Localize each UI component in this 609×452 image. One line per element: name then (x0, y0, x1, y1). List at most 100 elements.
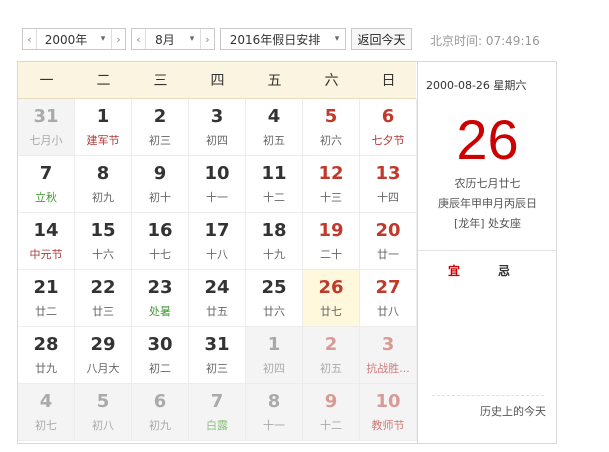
day-cell[interactable]: 17 十八 (189, 213, 246, 270)
lunar-label: 初五 (263, 134, 285, 147)
day-cell[interactable]: 10 教师节 (360, 384, 417, 441)
day-cell[interactable]: 31 七月小 (18, 99, 75, 156)
day-number: 3 (381, 334, 395, 355)
day-number: 18 (261, 220, 287, 241)
day-cell[interactable]: 18 十九 (246, 213, 303, 270)
chevron-down-icon[interactable]: ▾ (184, 34, 200, 44)
lunar-label: 立秋 (35, 191, 57, 204)
day-cell[interactable]: 2 初三 (132, 99, 189, 156)
lunar-label: 十四 (377, 191, 399, 204)
month-select-value[interactable]: 8月 (146, 31, 184, 48)
day-number: 6 (153, 391, 167, 412)
day-cell[interactable]: 10 十一 (189, 156, 246, 213)
day-cell[interactable]: 25 廿六 (246, 270, 303, 327)
day-cell[interactable]: 30 初二 (132, 327, 189, 384)
lunar-label: 廿二 (35, 305, 57, 318)
lunar-label: 十二 (263, 191, 285, 204)
suitable-label: 宜 (448, 264, 461, 278)
day-cell[interactable]: 19 二十 (303, 213, 360, 270)
toolbar: ‹ 2000年 ▾ › ‹ 8月 ▾ › 2016年假日安排 ▾ 返回今天 北京… (17, 28, 557, 52)
lunar-label: 十八 (206, 248, 228, 261)
prev-month-arrow-icon[interactable]: ‹ (132, 29, 146, 49)
day-number: 7 (39, 163, 53, 184)
lunar-label: 初四 (263, 362, 285, 375)
day-cell[interactable]: 9 十二 (303, 384, 360, 441)
day-cell[interactable]: 4 初五 (246, 99, 303, 156)
lunar-label: 廿五 (206, 305, 228, 318)
day-cell[interactable]: 24 廿五 (189, 270, 246, 327)
chevron-down-icon[interactable]: ▾ (95, 34, 111, 44)
day-cell[interactable]: 1 初四 (246, 327, 303, 384)
year-selector[interactable]: ‹ 2000年 ▾ › (22, 28, 126, 50)
day-cell[interactable]: 29 八月大 (75, 327, 132, 384)
lunar-label: 初三 (149, 134, 171, 147)
lunar-label: 十六 (92, 248, 114, 261)
day-number: 15 (90, 220, 116, 241)
day-number: 9 (153, 163, 167, 184)
weekday-label: 六 (324, 73, 339, 89)
lunar-date: 农历七月廿七 (454, 177, 521, 190)
day-cell[interactable]: 7 立秋 (18, 156, 75, 213)
chevron-down-icon[interactable]: ▾ (329, 34, 345, 44)
day-cell[interactable]: 27 廿八 (360, 270, 417, 327)
day-number: 23 (147, 277, 173, 298)
divider (432, 395, 544, 396)
lunar-label: 抗战胜... (366, 362, 410, 375)
day-cell[interactable]: 26 廿七 (303, 270, 360, 327)
day-cell[interactable]: 28 廿九 (18, 327, 75, 384)
day-cell[interactable]: 4 初七 (18, 384, 75, 441)
day-cell[interactable]: 6 初九 (132, 384, 189, 441)
holiday-select-value[interactable]: 2016年假日安排 (221, 31, 329, 48)
day-cell[interactable]: 23 处暑 (132, 270, 189, 327)
day-number: 1 (96, 106, 110, 127)
day-cell[interactable]: 13 十四 (360, 156, 417, 213)
day-number: 19 (318, 220, 344, 241)
lunar-label: 廿七 (320, 305, 342, 318)
back-to-today-button[interactable]: 返回今天 (351, 28, 412, 50)
day-cell[interactable]: 14 中元节 (18, 213, 75, 270)
day-cell[interactable]: 21 廿二 (18, 270, 75, 327)
year-select-value[interactable]: 2000年 (37, 31, 95, 48)
prev-year-arrow-icon[interactable]: ‹ (23, 29, 37, 49)
next-month-arrow-icon[interactable]: › (200, 29, 214, 49)
day-number: 10 (375, 391, 401, 412)
day-cell[interactable]: 1 建军节 (75, 99, 132, 156)
day-cell[interactable]: 9 初十 (132, 156, 189, 213)
lunar-label: 中元节 (29, 248, 63, 261)
weekday-label: 一 (39, 73, 54, 89)
lunar-label: 廿九 (35, 362, 57, 375)
day-cell[interactable]: 2 初五 (303, 327, 360, 384)
next-year-arrow-icon[interactable]: › (111, 29, 125, 49)
lunar-label: 十三 (320, 191, 342, 204)
day-cell[interactable]: 8 初九 (75, 156, 132, 213)
day-cell[interactable]: 5 初六 (303, 99, 360, 156)
day-cell[interactable]: 7 白露 (189, 384, 246, 441)
day-cell[interactable]: 3 初四 (189, 99, 246, 156)
day-number: 6 (381, 106, 395, 127)
day-cell[interactable]: 5 初八 (75, 384, 132, 441)
day-number: 5 (96, 391, 110, 412)
weekday-label: 三 (153, 73, 168, 89)
lunar-label: 十一 (263, 419, 285, 432)
month-selector[interactable]: ‹ 8月 ▾ › (131, 28, 215, 50)
day-cell[interactable]: 15 十六 (75, 213, 132, 270)
day-cell[interactable]: 6 七夕节 (360, 99, 417, 156)
day-cell[interactable]: 8 十一 (246, 384, 303, 441)
lunar-label: 初四 (206, 134, 228, 147)
day-cell[interactable]: 11 十二 (246, 156, 303, 213)
history-today-link[interactable]: 历史上的今天 (480, 403, 546, 419)
lunar-label: 初九 (149, 419, 171, 432)
day-cell[interactable]: 22 廿三 (75, 270, 132, 327)
day-number: 26 (318, 277, 344, 298)
day-cell[interactable]: 20 廿一 (360, 213, 417, 270)
zodiac-info: [龙年] 处女座 (453, 217, 522, 230)
lunar-label: 初六 (320, 134, 342, 147)
day-cell[interactable]: 16 十七 (132, 213, 189, 270)
day-number: 9 (324, 391, 338, 412)
holiday-schedule-select[interactable]: 2016年假日安排 ▾ (220, 28, 346, 50)
day-cell[interactable]: 12 十三 (303, 156, 360, 213)
lunar-label: 十七 (149, 248, 171, 261)
day-cell[interactable]: 3 抗战胜... (360, 327, 417, 384)
lunar-label: 建军节 (86, 134, 120, 147)
day-cell[interactable]: 31 初三 (189, 327, 246, 384)
